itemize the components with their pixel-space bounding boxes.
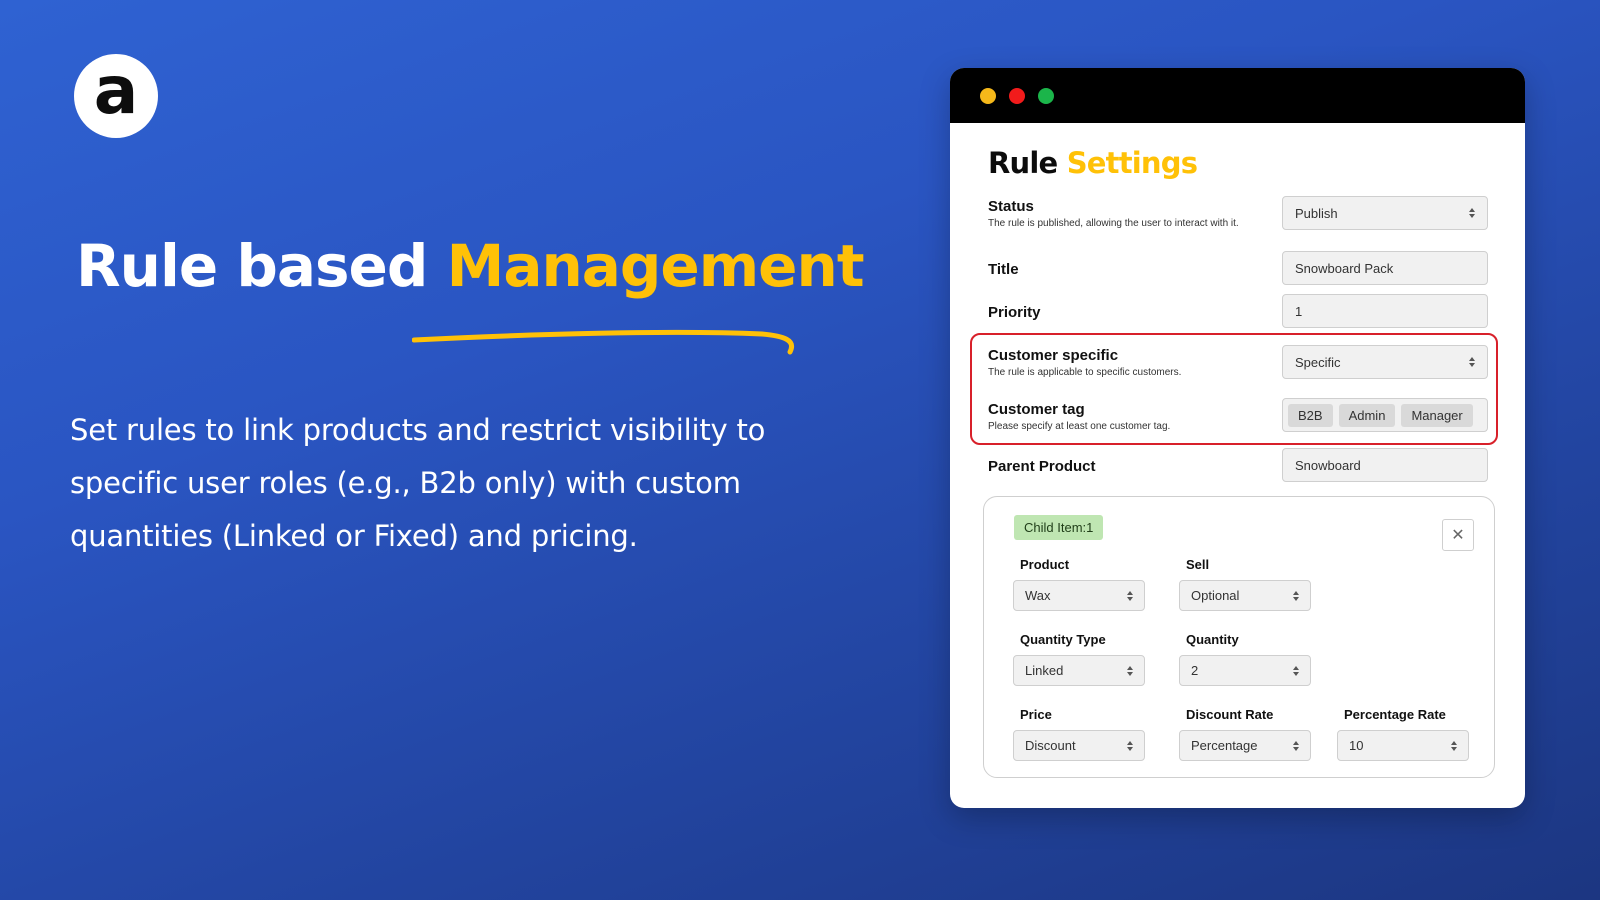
select-arrows-icon [1469,208,1475,218]
close-icon: ✕ [1451,527,1465,544]
status-row: Status The rule is published, allowing t… [988,196,1488,234]
underline-squiggle [412,329,794,355]
select-arrows-icon [1127,740,1133,751]
select-arrows-icon [1127,590,1133,601]
parent-product-input[interactable]: Snowboard [1282,448,1488,482]
child-percentage-rate-field: Percentage Rate 10 [1337,707,1469,761]
child-discount-rate-field: Discount Rate Percentage [1179,707,1311,761]
headline: Rule based Management [76,232,865,300]
child-product-select[interactable]: Wax [1013,580,1145,611]
panel-title-plain: Rule [988,146,1058,180]
priority-value: 1 [1295,303,1303,319]
description: Set rules to link products and restrict … [70,413,766,553]
parent-product-row: Parent Product Snowboard [988,448,1488,484]
customer-specific-row: Customer specific The rule is applicable… [988,345,1488,383]
customer-tag-row: Customer tag Please specify at least one… [988,398,1488,437]
customer-specific-value: Specific [1295,354,1341,370]
tag-chip[interactable]: Admin [1338,403,1396,427]
child-quantity-label: Quantity [1186,632,1239,647]
child-price-select[interactable]: Discount [1013,730,1145,761]
child-price-label: Price [1020,707,1052,722]
tag-chip[interactable]: B2B [1288,403,1333,427]
child-product-value: Wax [1025,588,1051,603]
priority-row: Priority 1 [988,294,1488,330]
child-item-card: Child Item:1 ✕ Product Wax Sell Optional… [983,496,1495,778]
status-value: Publish [1295,205,1338,221]
select-arrows-icon [1451,740,1457,751]
child-quantity-value: 2 [1191,663,1199,678]
remove-child-button[interactable]: ✕ [1442,519,1474,551]
child-price-value: Discount [1025,738,1076,753]
title-input[interactable]: Snowboard Pack [1282,251,1488,285]
rule-settings-window: Rule Settings Status The rule is publish… [950,68,1525,808]
customer-specific-select[interactable]: Specific [1282,345,1488,379]
child-percentage-rate-value: 10 [1349,738,1364,753]
select-arrows-icon [1293,740,1299,751]
minimize-dot[interactable] [980,88,996,104]
logo-letter: a [93,52,139,129]
child-price-field: Price Discount [1013,707,1145,761]
brand-logo: a [74,54,158,138]
child-sell-label: Sell [1186,557,1210,572]
select-arrows-icon [1127,665,1133,676]
child-discount-rate-label: Discount Rate [1186,707,1274,722]
headline-accent: Management [446,232,865,300]
parent-product-value: Snowboard [1295,457,1361,473]
panel-title: Rule Settings [988,146,1198,180]
select-arrows-icon [1293,665,1299,676]
child-sell-field: Sell Optional [1179,557,1311,611]
child-product-field: Product Wax [1013,557,1145,611]
child-quantity-field: Quantity 2 [1179,632,1311,686]
title-value: Snowboard Pack [1295,260,1394,276]
child-item-badge: Child Item:1 [1014,515,1104,540]
child-quantity-select[interactable]: 2 [1179,655,1311,686]
priority-input[interactable]: 1 [1282,294,1488,328]
customer-tag-input[interactable]: B2B Admin Manager [1282,398,1488,432]
child-sell-select[interactable]: Optional [1179,580,1311,611]
child-quantity-type-field: Quantity Type Linked [1013,632,1145,686]
child-discount-rate-select[interactable]: Percentage [1179,730,1311,761]
title-row: Title Snowboard Pack [988,251,1488,287]
child-quantity-type-select[interactable]: Linked [1013,655,1145,686]
close-dot[interactable] [1009,88,1025,104]
child-product-label: Product [1020,557,1070,572]
select-arrows-icon [1293,590,1299,601]
child-sell-value: Optional [1191,588,1240,603]
child-percentage-rate-label: Percentage Rate [1344,707,1446,722]
child-percentage-rate-select[interactable]: 10 [1337,730,1469,761]
panel-title-accent: Settings [1066,146,1198,180]
status-select[interactable]: Publish [1282,196,1488,230]
window-titlebar [950,68,1525,123]
headline-plain: Rule based [76,232,428,300]
child-discount-rate-value: Percentage [1191,738,1258,753]
maximize-dot[interactable] [1038,88,1054,104]
select-arrows-icon [1469,357,1475,367]
child-quantity-type-value: Linked [1025,663,1064,678]
child-quantity-type-label: Quantity Type [1020,632,1106,647]
tag-chip[interactable]: Manager [1401,403,1473,427]
